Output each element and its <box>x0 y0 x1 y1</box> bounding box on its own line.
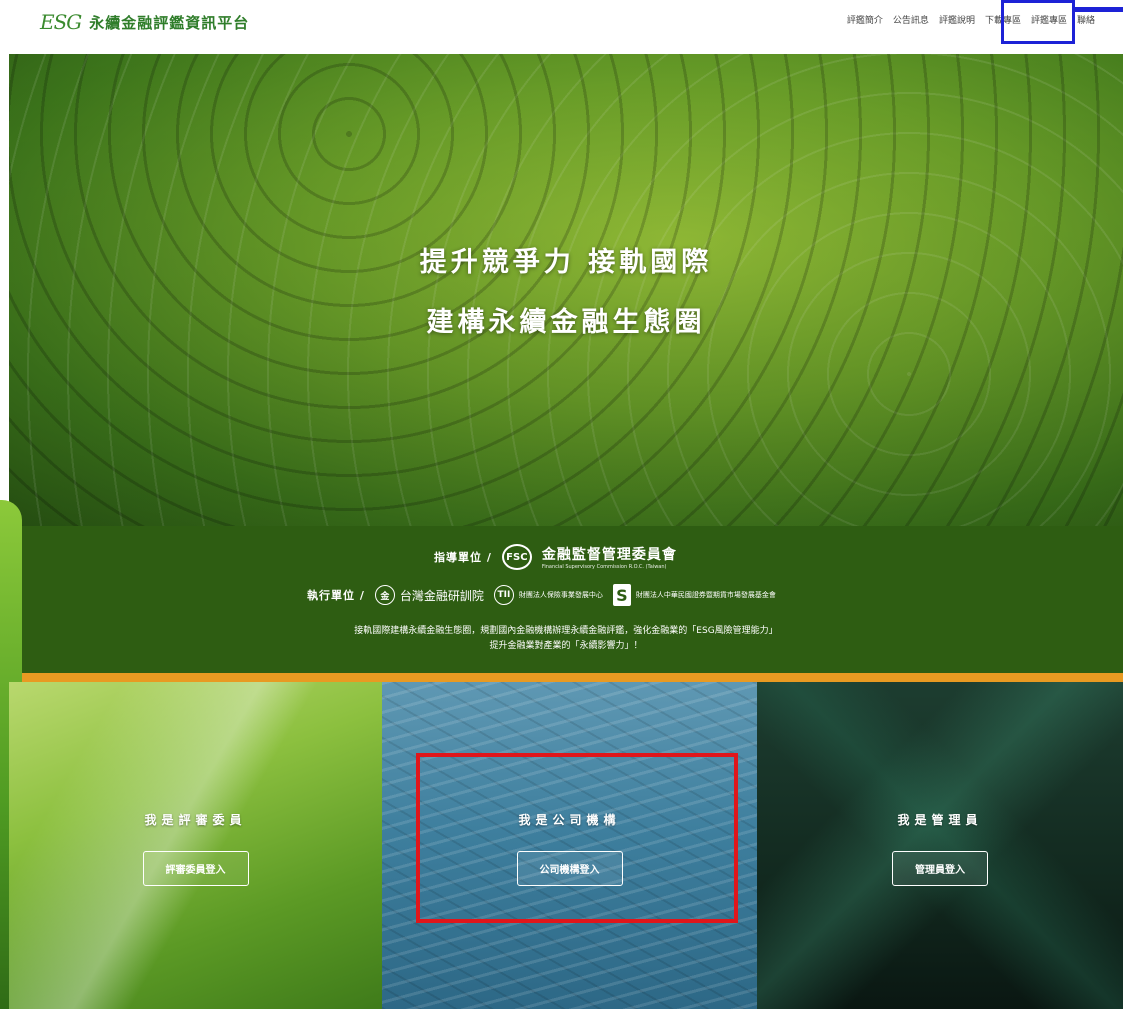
site-title: 永續金融評鑑資訊平台 <box>89 13 250 32</box>
esg-logo-mark: ESG <box>40 10 82 34</box>
company-panel: 我是公司機構 公司機構登入 <box>382 682 757 1009</box>
nav-item-evaluation[interactable]: 評鑑專區 <box>1031 13 1067 26</box>
tii-logo-icon: TII <box>493 585 514 605</box>
sfi-org-name: 財團法人中華民國證券暨期貨市場發展基金會 <box>635 591 776 599</box>
nav-item-guide[interactable]: 評鑑說明 <box>939 13 975 26</box>
main-nav: 評鑑簡介 公告訊息 評鑑說明 下載專區 評鑑專區 聯絡 <box>847 13 1095 26</box>
site-header: ESG 永續金融評鑑資訊平台 評鑑簡介 公告訊息 評鑑說明 下載專區 評鑑專區 … <box>0 0 1123 46</box>
company-panel-title: 我是公司機構 <box>518 813 621 827</box>
tabf-org-name: 台灣金融研訓院 <box>399 588 484 603</box>
tabf-logo-icon: 金 <box>374 585 395 605</box>
sfi-org: S 財團法人中華民國證券暨期貨市場發展基金會 <box>612 584 776 606</box>
band-description-2: 提升金融業對產業的「永續影響力」！ <box>489 641 643 651</box>
nav-item-announcements[interactable]: 公告訊息 <box>893 13 929 26</box>
orange-divider <box>9 673 1123 682</box>
sfi-logo-icon: S <box>612 584 631 606</box>
hero-banner: 提升競爭力 接軌國際 建構永續金融生態圈 <box>9 54 1123 526</box>
hero-headline-1: 提升競爭力 接軌國際 <box>419 247 713 278</box>
nav-item-contact[interactable]: 聯絡 <box>1077 13 1095 26</box>
exec-unit-label: 執行單位 / <box>307 589 365 602</box>
admin-panel-title: 我是管理員 <box>897 813 983 827</box>
hero-headline-2: 建構永續金融生態圈 <box>426 307 706 338</box>
hero-shade <box>9 54 1123 526</box>
guide-org-subtitle: Financial Supervisory Commission R.O.C. … <box>541 564 667 570</box>
tii-org-name: 財團法人保險事業發展中心 <box>518 591 603 599</box>
guide-org-name: 金融監督管理委員會 <box>541 547 677 563</box>
tabf-org: 金 台灣金融研訓院 <box>374 585 484 605</box>
admin-login-button[interactable]: 管理員登入 <box>892 851 988 886</box>
reviewer-panel: 我是評審委員 評審委員登入 <box>9 682 382 1009</box>
sponsor-band: 指導單位 / FSC 金融監督管理委員會 Financial Superviso… <box>9 526 1123 673</box>
admin-panel: 我是管理員 管理員登入 <box>757 682 1123 1009</box>
reviewer-panel-title: 我是評審委員 <box>144 813 247 827</box>
guide-unit-label: 指導單位 / <box>434 551 492 564</box>
nav-item-downloads[interactable]: 下載專區 <box>985 13 1021 26</box>
guide-unit-row: 指導單位 / FSC 金融監督管理委員會 Financial Superviso… <box>434 544 677 570</box>
band-description-1: 接軌國際建構永續金融生態圈，規劃國內金融機構辦理永續金融評鑑，強化金融業的「ES… <box>354 626 778 636</box>
exec-unit-row: 執行單位 / 金 台灣金融研訓院 TII 財團法人保險事業發展中心 S 財團法人… <box>307 584 776 606</box>
company-login-button[interactable]: 公司機構登入 <box>516 851 623 886</box>
guide-org: 金融監督管理委員會 Financial Supervisory Commissi… <box>542 544 677 570</box>
tii-org: TII 財團法人保險事業發展中心 <box>493 585 603 605</box>
fsc-logo-icon: FSC <box>501 544 532 570</box>
reviewer-login-button[interactable]: 評審委員登入 <box>142 851 249 886</box>
site-logo[interactable]: ESG 永續金融評鑑資訊平台 <box>40 10 249 34</box>
nav-item-intro[interactable]: 評鑑簡介 <box>847 13 883 26</box>
